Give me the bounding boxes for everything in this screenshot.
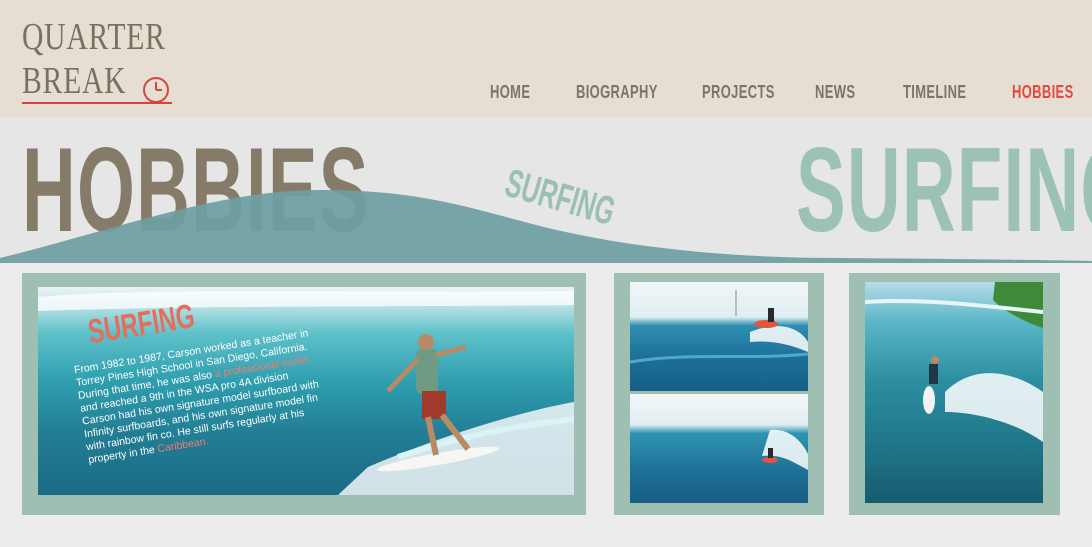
surf-photo-top[interactable] [630,282,808,391]
nav-biography[interactable]: BIOGRAPHY [576,82,658,103]
surfer-main-photo[interactable]: SURFING From 1982 to 1987, Carson worked… [38,287,574,495]
surf-photo-bottom[interactable] [630,394,808,503]
nav-home[interactable]: HOME [490,82,530,103]
nav-news[interactable]: NEWS [815,82,855,103]
nav-projects[interactable]: PROJECTS [702,82,775,103]
surf-photo-top-illustration [630,290,808,364]
surf-photo-bottom-illustration [762,429,808,470]
surf-photo-right-illustration [865,282,1043,442]
main-photo-frame: SURFING From 1982 to 1987, Carson worked… [22,273,586,515]
hobbies-banner: HOBBIES SURFING SURFING [0,118,1092,263]
right-photo-frame [849,273,1060,515]
nav-timeline[interactable]: TIMELINE [903,82,966,103]
main-nav: HOME BIOGRAPHY PROJECTS NEWS TIMELINE HO… [0,82,1092,108]
site-header: QUARTER BREAK HOME BIOGRAPHY PROJECTS NE… [0,0,1092,118]
logo-line-1: QUARTER [22,16,166,58]
wave-shape [0,190,1092,263]
nav-hobbies[interactable]: HOBBIES [1012,82,1074,103]
surf-photo-right[interactable] [865,282,1043,503]
middle-photo-frame [614,273,824,515]
